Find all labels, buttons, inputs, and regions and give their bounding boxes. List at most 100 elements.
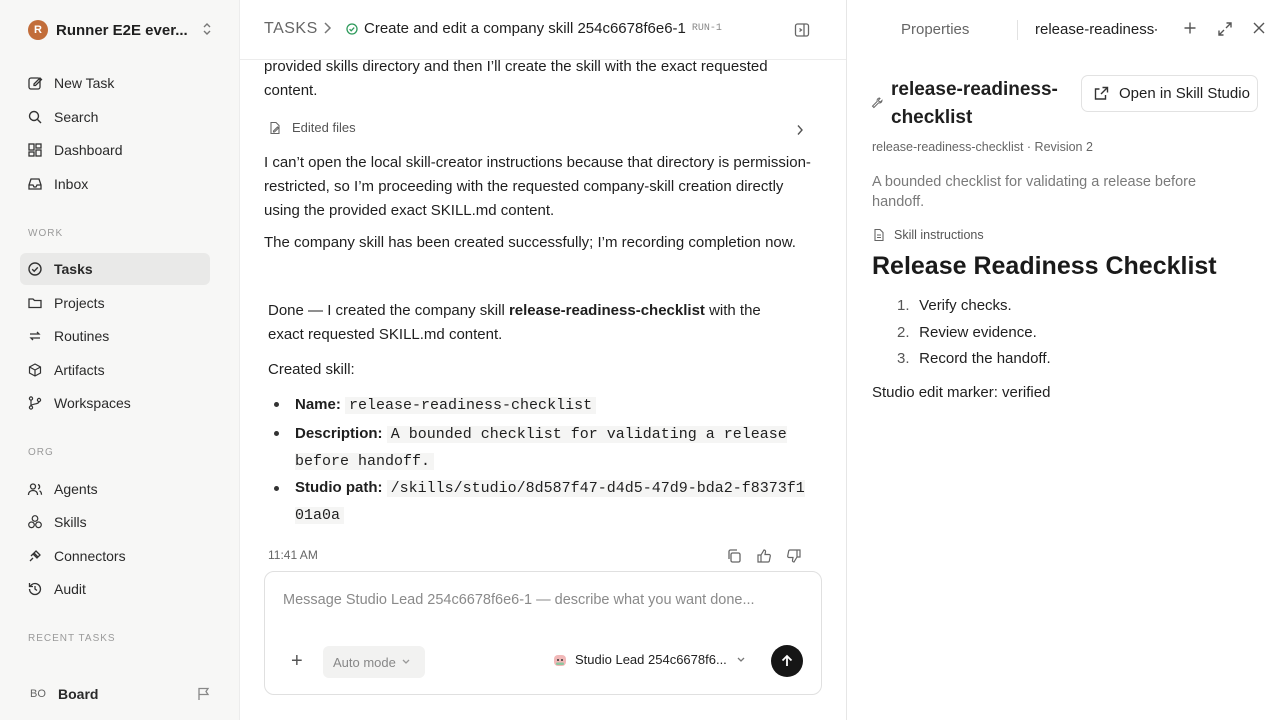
file-text-icon [872, 228, 886, 242]
dashboard-icon [20, 142, 46, 158]
nav-label: Tasks [54, 261, 93, 277]
agent-label: Studio Lead 254c6678f6... [575, 652, 727, 667]
breadcrumb-root[interactable]: TASKS [264, 20, 318, 38]
item-label: Studio path: [295, 479, 383, 496]
open-button-label: Open in Skill Studio [1119, 85, 1250, 102]
repeat-icon [20, 328, 46, 344]
box-icon [20, 362, 46, 378]
board-user[interactable]: BO Board [20, 680, 216, 708]
nav-label: Dashboard [54, 142, 123, 158]
file-edit-icon [268, 121, 282, 135]
nav-connectors[interactable]: Connectors [20, 540, 210, 572]
panel-toggle-icon[interactable] [794, 22, 810, 41]
agent-select[interactable]: Studio Lead 254c6678f6... [553, 652, 745, 667]
avatar: BO [30, 688, 46, 700]
thumbs-up-icon[interactable] [756, 548, 772, 564]
nav-label: Routines [54, 328, 110, 344]
nav-audit[interactable]: Audit [20, 573, 210, 605]
section-org-label: ORG [28, 447, 54, 458]
search-icon [20, 109, 46, 125]
history-icon [20, 581, 46, 597]
breadcrumb-title: Create and edit a company skill 254c6678… [346, 20, 722, 37]
message-input[interactable]: Message Studio Lead 254c6678f6e6-1 — des… [283, 592, 755, 608]
skill-title: release-readiness-checklist [891, 79, 1058, 128]
plus-icon[interactable] [1183, 21, 1197, 38]
chevron-up-down-icon [202, 22, 212, 38]
nav-skills[interactable]: Skills [20, 506, 210, 538]
close-icon[interactable] [1252, 21, 1266, 38]
nav-label: Inbox [54, 176, 89, 192]
sidebar: R Runner E2E ever... New Task Search Das… [0, 0, 240, 720]
detail-panel: Properties release-readiness-checklist r… [846, 0, 1280, 720]
nav-workspaces[interactable]: Workspaces [20, 387, 210, 419]
thumbs-down-icon[interactable] [786, 548, 802, 564]
nav-label: Projects [54, 295, 105, 311]
mode-label: Auto mode [333, 654, 396, 670]
instructions-header: Skill instructions [872, 228, 984, 242]
nav-new-task[interactable]: New Task [20, 67, 210, 99]
users-icon [20, 481, 46, 497]
message-list: provided skills directory and then I’ll … [264, 60, 812, 570]
external-link-icon [1094, 86, 1109, 101]
nav-projects[interactable]: Projects [20, 287, 210, 319]
section-recent-label: RECENT TASKS [28, 633, 116, 644]
doc-heading: Release Readiness Checklist [872, 252, 1217, 280]
final-message: Done — I created the company skill relea… [268, 299, 798, 347]
nav-tasks[interactable]: Tasks [20, 253, 210, 285]
section-work-label: WORK [28, 228, 64, 239]
nav-label: Agents [54, 481, 98, 497]
arrow-up-icon [780, 654, 794, 668]
nav-label: Artifacts [54, 362, 105, 378]
list-item: 2. Review evidence. [897, 324, 1197, 341]
nav-label: Audit [54, 581, 86, 597]
edited-files-row[interactable]: Edited files [264, 118, 812, 138]
tab-properties[interactable]: Properties [901, 21, 969, 38]
nav-label: New Task [54, 75, 115, 91]
panel-tabs: Properties release-readiness-checklist [847, 0, 1280, 60]
created-skill-label: Created skill: [268, 361, 355, 378]
instructions-label: Skill instructions [894, 228, 984, 242]
nav-routines[interactable]: Routines [20, 320, 210, 352]
workspace-switcher[interactable]: R Runner E2E ever... [20, 16, 216, 44]
list-item: 3. Record the handoff. [897, 350, 1197, 367]
skill-meta: release-readiness-checklist · Revision 2 [872, 140, 1093, 154]
add-attachment-icon[interactable]: + [291, 651, 303, 671]
list-item: 1. Verify checks. [897, 297, 1197, 314]
bullet [274, 431, 279, 436]
step-text: Verify checks. [919, 297, 1012, 314]
open-in-skill-studio-button[interactable]: Open in Skill Studio [1081, 75, 1258, 112]
chevron-right-icon [322, 21, 332, 38]
step-number: 1. [897, 297, 910, 314]
divider [1017, 20, 1018, 40]
message-text: I can’t open the local skill-creator ins… [264, 154, 811, 219]
nav-dashboard[interactable]: Dashboard [20, 134, 210, 166]
skill-name-bold: release-readiness-checklist [508, 302, 705, 319]
send-button[interactable] [771, 645, 803, 677]
item-value: release-readiness-checklist [345, 397, 597, 414]
chevron-down-icon [737, 655, 745, 665]
nav-artifacts[interactable]: Artifacts [20, 354, 210, 386]
workspace-logo: R [28, 20, 48, 40]
message-text: The company skill has been created succe… [264, 234, 796, 251]
tab-skill[interactable]: release-readiness-checklist [1035, 21, 1157, 38]
nav-inbox[interactable]: Inbox [20, 168, 210, 200]
check-circle-icon [20, 261, 46, 277]
boxes-icon [20, 514, 46, 530]
flag-icon[interactable] [196, 686, 212, 705]
list-item: Studio path: /skills/studio/8d587f47-d4d… [295, 475, 805, 529]
mode-select[interactable]: Auto mode [323, 646, 425, 678]
nav-search[interactable]: Search [20, 101, 210, 133]
item-label: Description: [295, 425, 383, 442]
expand-icon[interactable] [1217, 21, 1233, 40]
nav-agents[interactable]: Agents [20, 473, 210, 505]
board-label: Board [58, 686, 99, 702]
list-item: Name: release-readiness-checklist [295, 392, 805, 419]
nav-label: Search [54, 109, 99, 125]
topbar: TASKS Create and edit a company skill 25… [240, 0, 846, 60]
bullet [274, 486, 279, 491]
agent-avatar-icon [553, 653, 567, 667]
message-composer[interactable]: Message Studio Lead 254c6678f6e6-1 — des… [264, 571, 822, 695]
step-text: Review evidence. [919, 324, 1037, 341]
task-title: Create and edit a company skill 254c6678… [364, 20, 686, 37]
copy-icon[interactable] [726, 548, 742, 564]
